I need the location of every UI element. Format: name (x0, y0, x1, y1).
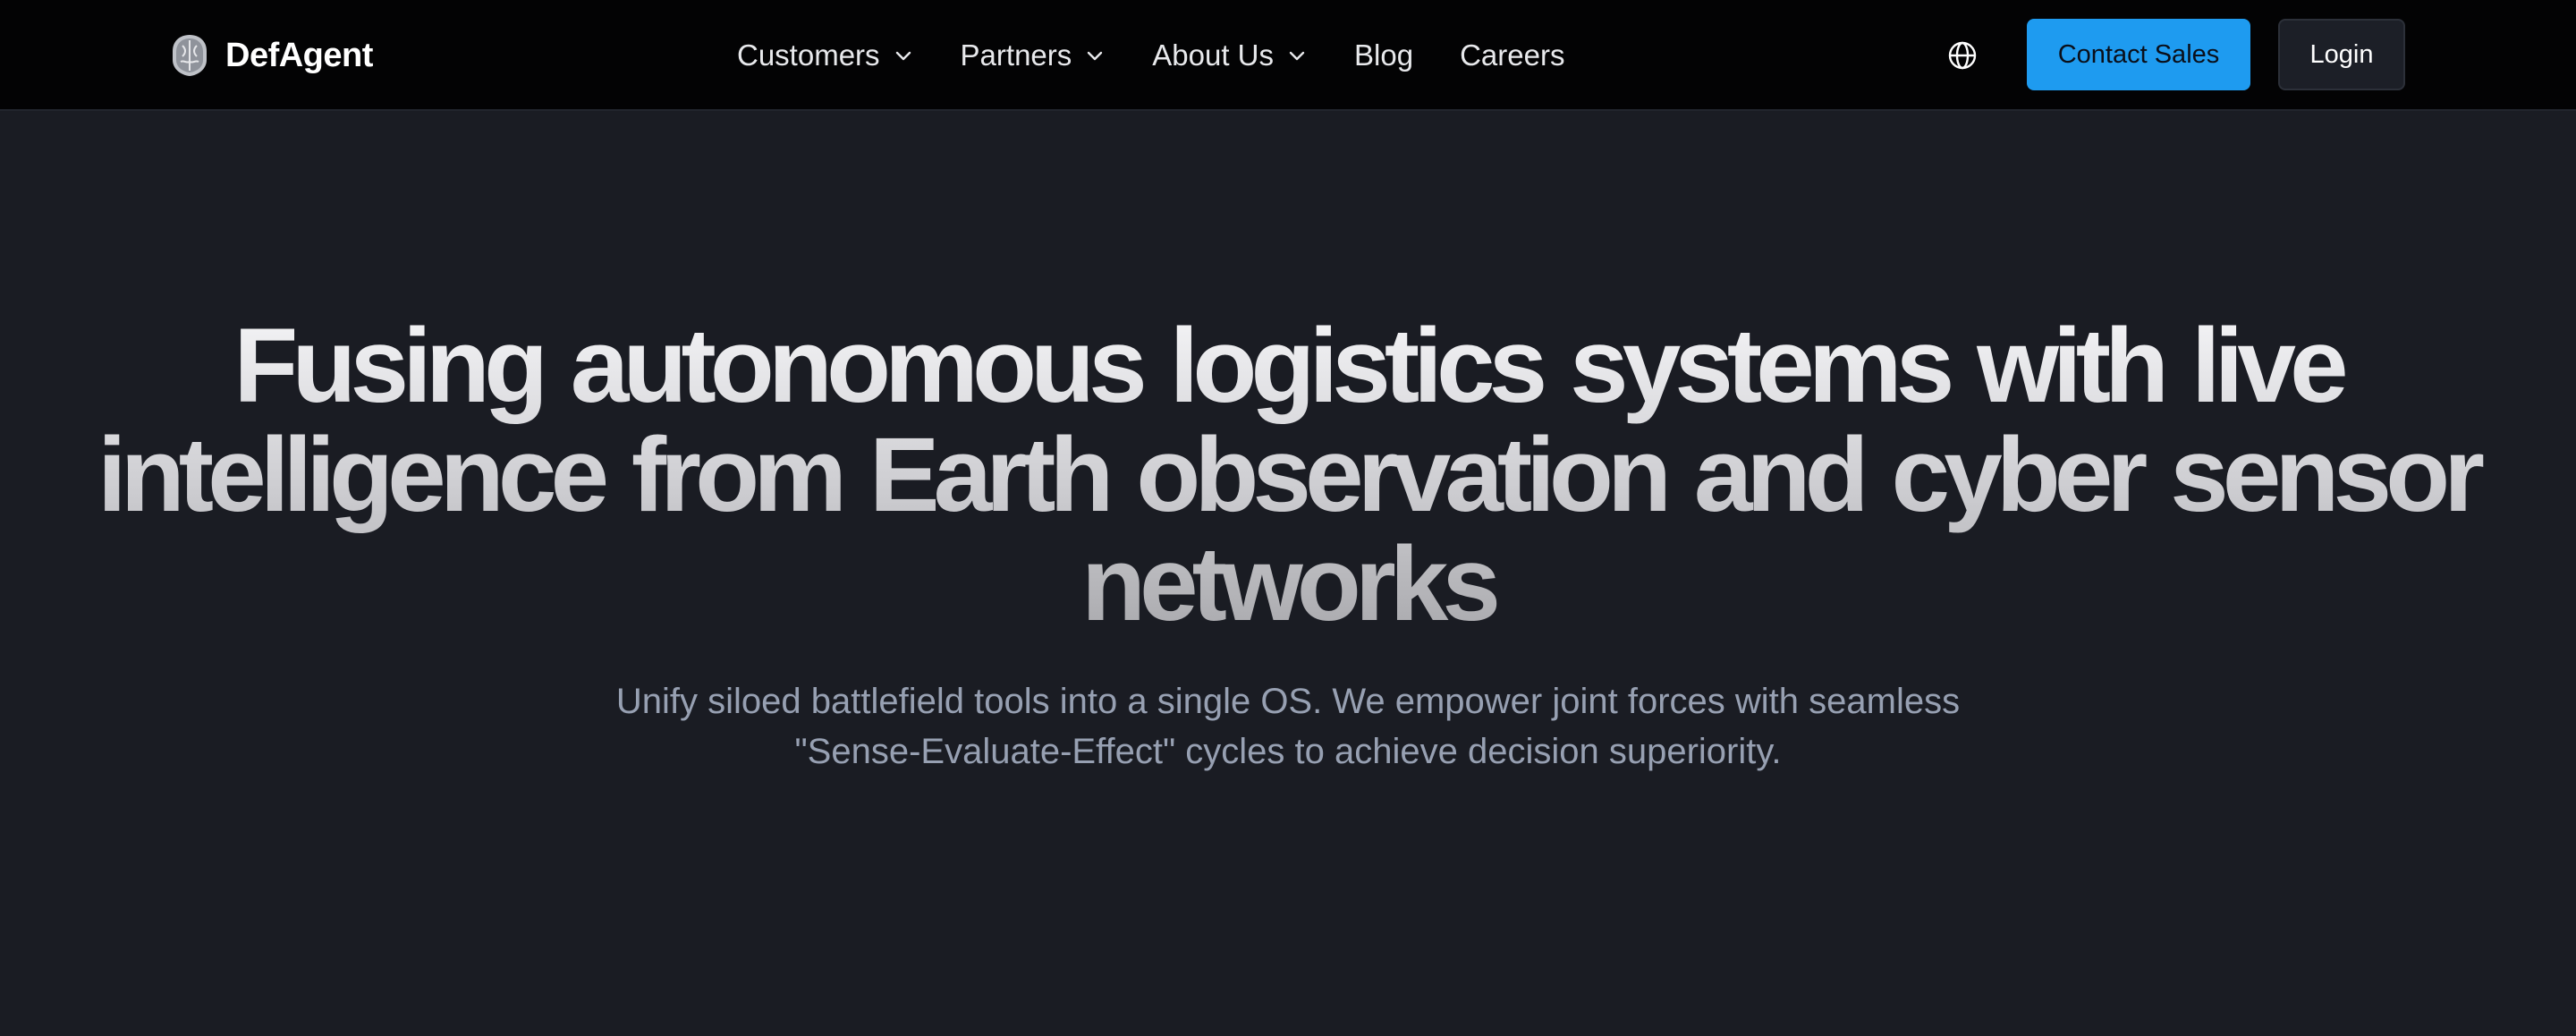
nav-item-label: Careers (1460, 38, 1565, 72)
nav-item-about-us[interactable]: About Us (1152, 38, 1308, 72)
hero-title: Fusing autonomous logistics systems with… (89, 311, 2487, 639)
nav-item-label: About Us (1152, 38, 1275, 72)
brain-shield-logo-icon (173, 35, 207, 76)
brand-home-link[interactable]: DefAgent (170, 30, 373, 81)
nav-item-careers[interactable]: Careers (1460, 38, 1564, 72)
globe-icon[interactable] (1946, 39, 1979, 72)
main-nav: Customers Partners About Us Blog Careers (737, 30, 1564, 81)
chevron-down-icon (1088, 51, 1103, 61)
brand-name: DefAgent (225, 36, 373, 74)
nav-item-label: Blog (1354, 38, 1414, 72)
nav-item-label: Partners (960, 38, 1072, 72)
chevron-down-icon (1289, 51, 1305, 61)
hero-subtitle: Unify siloed battlefield tools into a si… (615, 682, 1961, 771)
chevron-down-icon (895, 51, 911, 61)
nav-item-partners[interactable]: Partners (961, 38, 1106, 72)
top-navbar: DefAgent Customers Partners About Us Blo… (0, 0, 2576, 111)
nav-item-customers[interactable]: Customers (737, 38, 914, 72)
nav-item-label: Customers (737, 38, 880, 72)
contact-sales-button[interactable]: Contact Sales (2027, 19, 2250, 90)
nav-item-blog[interactable]: Blog (1354, 38, 1413, 72)
login-button[interactable]: Login (2278, 19, 2405, 90)
